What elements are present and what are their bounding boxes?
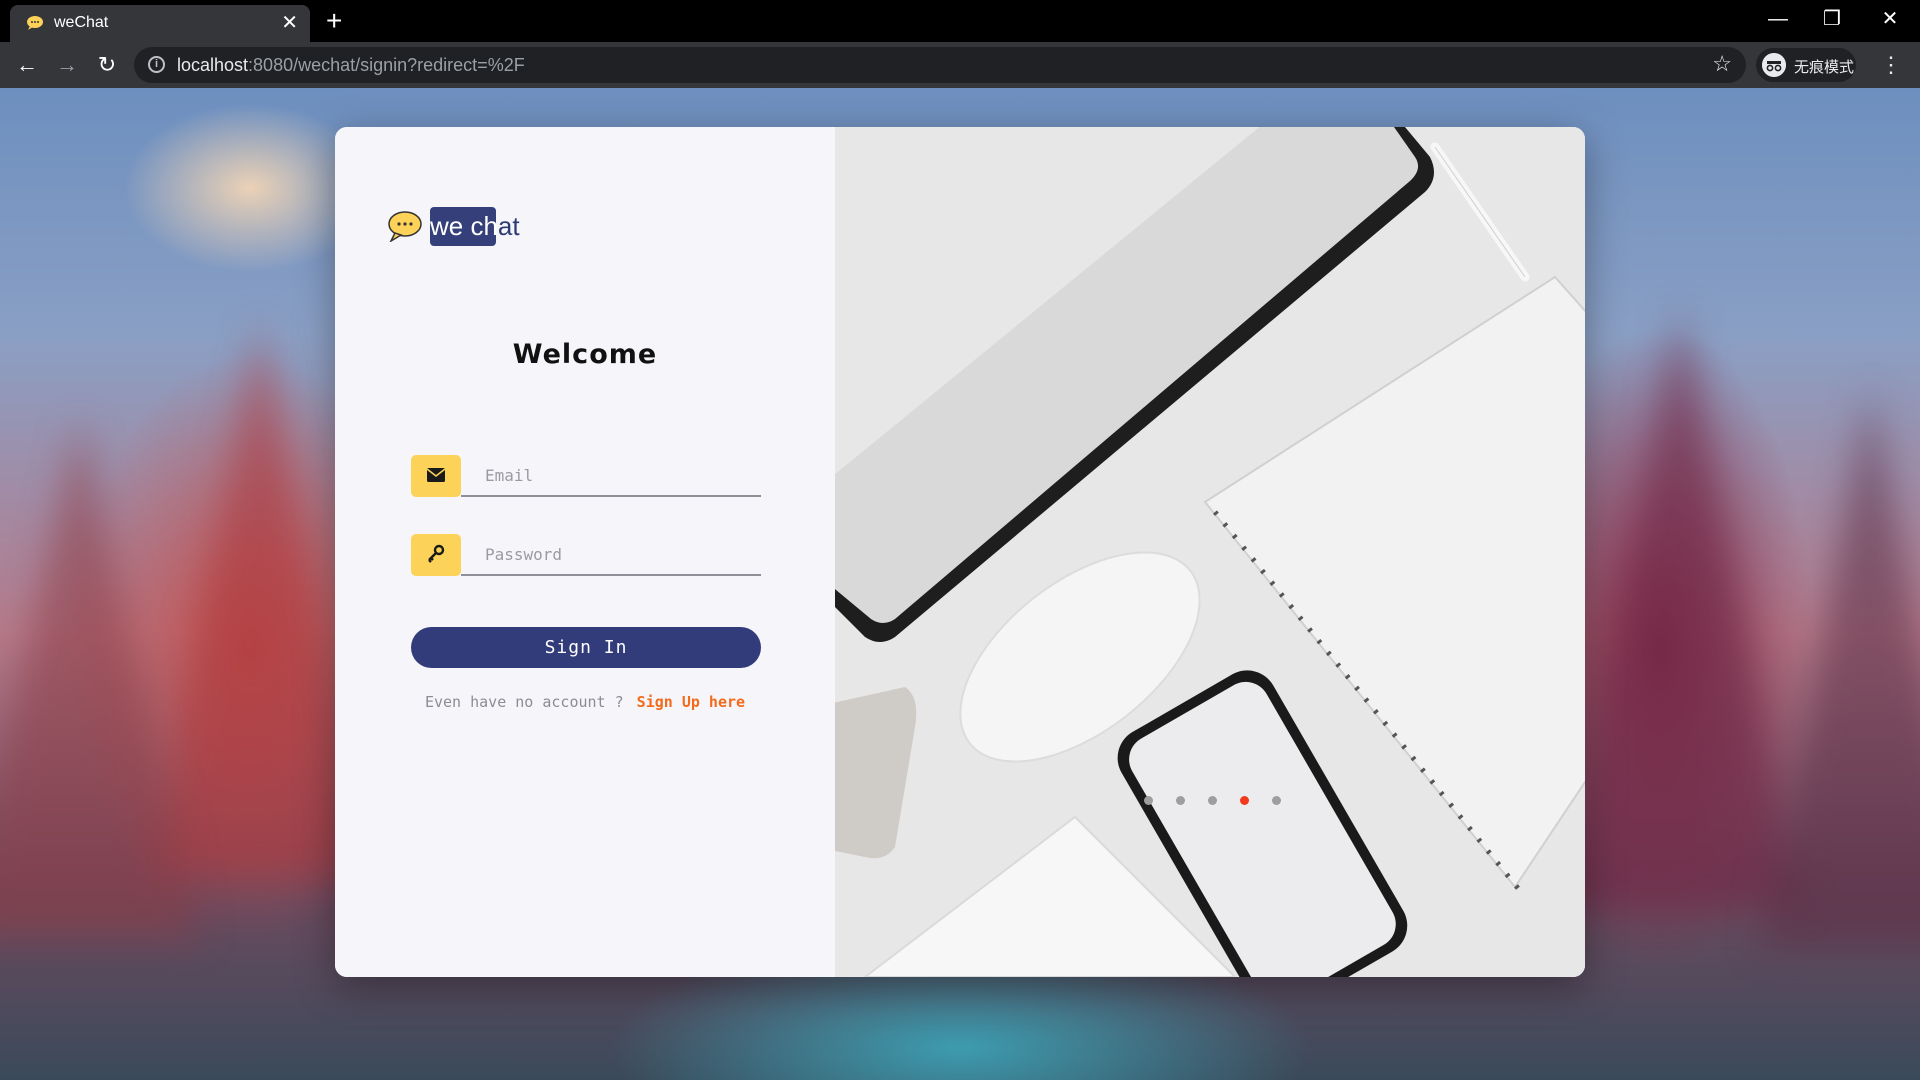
browser-titlebar: weChat ✕ + — ❐ ✕ — [0, 0, 1920, 42]
url-text[interactable]: localhost:8080/wechat/signin?redirect=%2… — [177, 55, 525, 76]
envelope-icon — [426, 468, 446, 482]
email-input[interactable] — [461, 455, 761, 497]
star-icon[interactable]: ☆ — [1712, 51, 1732, 77]
carousel-dot[interactable] — [1240, 796, 1249, 805]
carousel-dot[interactable] — [1144, 796, 1153, 805]
restore-button[interactable]: ❐ — [1812, 4, 1852, 34]
carousel-panel — [835, 127, 1585, 977]
browser-tab[interactable]: weChat ✕ — [10, 5, 310, 42]
carousel-dot[interactable] — [1208, 796, 1217, 805]
address-bar[interactable]: i localhost:8080/wechat/signin?redirect=… — [134, 47, 1746, 83]
login-panel: we chat Welcome Email Sign In Even have … — [335, 127, 835, 977]
chat-bubble-icon — [27, 16, 43, 30]
new-tab-button[interactable]: + — [326, 6, 342, 36]
key-icon — [428, 544, 445, 563]
sign-in-button[interactable]: Sign In — [411, 627, 761, 668]
url-host: localhost — [177, 55, 249, 75]
minimize-button[interactable]: — — [1758, 4, 1798, 34]
carousel-image — [835, 127, 1585, 977]
email-icon-box — [411, 455, 461, 497]
url-path: :8080/wechat/signin?redirect=%2F — [248, 55, 525, 75]
tab-title: weChat — [54, 14, 109, 31]
password-input[interactable] — [461, 534, 761, 576]
logo-text: we chat — [430, 205, 520, 247]
logo-text-highlighted: we ch — [430, 211, 498, 241]
reload-icon[interactable]: ↻ — [92, 50, 122, 80]
forward-icon[interactable]: → — [52, 50, 82, 80]
incognito-badge[interactable]: 无痕模式 — [1756, 48, 1856, 82]
info-icon[interactable]: i — [148, 56, 165, 73]
back-icon[interactable]: ← — [12, 50, 42, 80]
password-field — [411, 534, 761, 580]
kebab-menu-icon[interactable]: ⋮ — [1880, 50, 1902, 80]
incognito-icon — [1762, 53, 1786, 77]
browser-toolbar: ← → ↻ i localhost:8080/wechat/signin?red… — [0, 42, 1920, 88]
signup-prompt-line: Even have no account ? Sign Up here — [335, 693, 835, 711]
page-background: we chat Welcome Email Sign In Even have … — [0, 88, 1920, 1080]
close-window-button[interactable]: ✕ — [1870, 4, 1910, 34]
welcome-heading: Welcome — [512, 339, 658, 370]
login-card: we chat Welcome Email Sign In Even have … — [335, 127, 1585, 977]
incognito-label: 无痕模式 — [1794, 59, 1855, 76]
signup-prompt: Even have no account ? — [424, 693, 624, 711]
carousel-dot[interactable] — [1176, 796, 1185, 805]
password-icon-box — [411, 534, 461, 576]
sign-up-link[interactable]: Sign Up here — [637, 693, 745, 711]
background-tree — [1760, 388, 1920, 948]
carousel-dot[interactable] — [1272, 796, 1281, 805]
chat-bubble-icon — [388, 211, 422, 242]
background-tree — [0, 418, 200, 938]
tab-close-icon[interactable]: ✕ — [281, 11, 298, 35]
email-field — [411, 455, 761, 501]
logo-text-rest: at — [497, 211, 520, 241]
